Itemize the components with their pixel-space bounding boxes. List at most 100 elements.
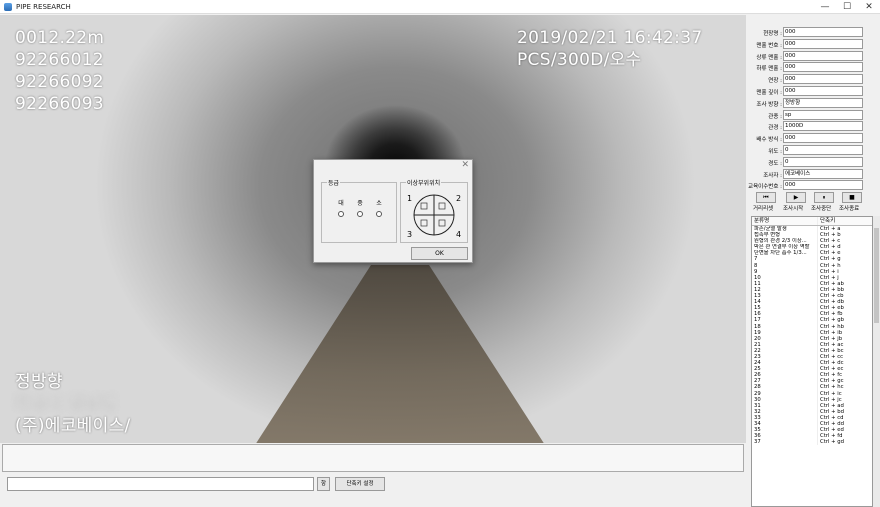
field-label: 배수 방식 : [756, 137, 782, 144]
grade-group-label: 등급 [327, 178, 341, 187]
field-label: 경도 : [768, 160, 782, 167]
quadrant-1-label: 1 [407, 194, 412, 203]
command-input[interactable] [7, 477, 314, 491]
quadrant-2-label: 2 [456, 194, 461, 203]
field-value-input[interactable]: 000 [783, 74, 863, 85]
table-body: 파손/균열 발생 Ctrl + a 접속부 변형 Ctrl + b 원형의 관경 2/3… [752, 226, 872, 446]
minimize-button[interactable]: — [814, 0, 836, 14]
company-readout: (주)에코베이스/ [15, 416, 131, 436]
quadrant-3-checkbox[interactable] [420, 219, 428, 227]
field-row: 조사 방향 : 정방향 [748, 97, 880, 109]
field-label: 교육이수번호 : [748, 184, 782, 191]
pipe-id-3: 92266093 [15, 94, 104, 114]
quadrant-2-checkbox[interactable] [438, 202, 446, 210]
field-row: 교육이수번호 :000 [748, 180, 880, 191]
dialog-close-icon[interactable]: ✕ [461, 160, 469, 170]
field-label: 관경 : [768, 125, 782, 132]
position-group: 이상부위위치 1 2 3 4 [400, 178, 468, 243]
title-bar: PIPE RESEARCH — ☐ ✕ [0, 0, 880, 14]
location-readout-blurred: 화성시 정남면 [15, 394, 117, 414]
field-label: 연장 : [768, 78, 782, 85]
grade-option-small-label: 소 [376, 200, 382, 207]
field-row: 관종 : sp [748, 109, 880, 121]
bottom-area: 항 단축키 설정 [0, 443, 746, 500]
grade-option-medium-label: 중 [357, 200, 363, 207]
field-value-input[interactable]: 000 [783, 27, 863, 37]
field-row: 하류 맨홀 :000 [748, 62, 880, 73]
field-row: 연장 :000 [748, 74, 880, 85]
field-row: 맨홀 번호 :000 [748, 38, 880, 50]
direction-readout: 정방향 [15, 372, 63, 392]
grade-large-radio[interactable] [338, 211, 344, 217]
grade-option-medium[interactable]: 중 [353, 198, 367, 217]
reset-distance-label: 거리리셋 [753, 206, 774, 212]
close-button[interactable]: ✕ [858, 0, 880, 14]
quadrant-4-checkbox[interactable] [438, 219, 446, 227]
field-label: 현장명 : [763, 31, 782, 37]
shortcut-table: 분류명 단축키 파손/균열 발생 Ctrl + a 접속부 변형 Ctrl + b 원형… [751, 216, 873, 507]
field-value-input[interactable]: 0 [783, 156, 863, 167]
grade-group: 등급 대 중 소 [321, 178, 397, 243]
field-value-input[interactable]: 000 [783, 50, 863, 61]
window-controls: — ☐ ✕ [814, 0, 880, 14]
status-box [2, 444, 744, 472]
pipe-id-2: 92266092 [15, 72, 104, 92]
grade-small-radio[interactable] [376, 211, 382, 217]
field-label: 맨홀 번호 : [756, 42, 782, 49]
field-row: 상류 맨홀 :000 [748, 50, 880, 62]
distance-readout: 0012.22m [15, 28, 105, 48]
field-row: 현장명 :000 [748, 27, 880, 38]
field-row: 조사자 : 에코베이스 [748, 168, 880, 180]
overlay-right-info: 2019/02/21 16:42:37 PCS/300D/오수 [517, 27, 702, 71]
field-value-input[interactable]: 000 [783, 133, 863, 144]
grade-medium-radio[interactable] [357, 211, 363, 217]
field-label: 하류 맨홀 : [756, 66, 782, 73]
window-title: PIPE RESEARCH [16, 2, 71, 11]
field-label: 상류 맨홀 : [756, 54, 782, 61]
grade-option-small[interactable]: 소 [372, 198, 386, 217]
start-survey-button[interactable]: ▶ [786, 192, 806, 203]
field-value-input[interactable]: 000 [783, 62, 863, 73]
stop-survey-label: 조사종료 [839, 206, 860, 212]
field-value-input[interactable]: 000 [783, 38, 863, 49]
column-header-category[interactable]: 분류명 [752, 217, 818, 225]
grade-option-large-label: 대 [338, 200, 344, 207]
field-value-input[interactable]: sp [783, 109, 863, 120]
column-header-shortcut[interactable]: 단축키 [818, 217, 863, 225]
field-row: 경도 :0 [748, 156, 880, 168]
field-row: 위도 :0 [748, 145, 880, 156]
table-scrollbar[interactable] [873, 216, 880, 507]
info-side-panel: 현장명 :000 맨홀 번호 :000 상류 맨홀 :000 하류 맨홀 :000 연장… [748, 15, 880, 507]
datetime-readout: 2019/02/21 16:42:37 [517, 28, 703, 48]
app-icon [4, 2, 12, 11]
scrollbar-thumb[interactable] [874, 228, 879, 323]
table-row[interactable]: 37 Ctrl + gd [752, 439, 872, 446]
field-value-input[interactable]: 000 [783, 180, 863, 191]
overlay-left-info: 0012.22m 92266012 92266092 92266093 [15, 27, 104, 115]
reset-distance-button[interactable]: ⏮ [756, 192, 776, 203]
field-value-input[interactable]: 000 [783, 86, 863, 96]
stop-survey-button[interactable]: ■ [842, 192, 862, 203]
category-cell: 37 [752, 439, 818, 446]
field-value-input[interactable]: 0 [783, 145, 863, 155]
input-apply-button[interactable]: 항 [317, 477, 330, 491]
field-label: 위도 : [768, 149, 782, 155]
quadrant-diagram[interactable]: 1 2 3 4 [401, 185, 467, 243]
field-label: 조사 방향 : [756, 101, 782, 108]
maximize-button[interactable]: ☐ [836, 0, 858, 14]
field-row: 관경 :1000D [748, 121, 880, 132]
pipe-id-1: 92266012 [15, 50, 104, 70]
field-value-input[interactable]: 정방향 [783, 97, 863, 108]
field-value-input[interactable]: 1000D [783, 121, 863, 132]
field-label: 맨홀 깊이 : [756, 90, 782, 96]
quadrant-1-checkbox[interactable] [420, 202, 428, 210]
field-value-input[interactable]: 에코베이스 [783, 168, 863, 179]
grade-option-large[interactable]: 대 [334, 198, 348, 217]
shortcut-settings-button[interactable]: 단축키 설정 [335, 477, 385, 491]
overlay-bottom-info: 정방향 화성시 정남면 (주)에코베이스/ [15, 371, 131, 437]
field-label: 조사자 : [763, 172, 782, 179]
ok-button[interactable]: OK [411, 247, 468, 260]
table-header: 분류명 단축키 [752, 217, 872, 226]
pause-survey-button[interactable]: ⏸ [814, 192, 834, 203]
field-row: 맨홀 깊이 :000 [748, 86, 880, 97]
